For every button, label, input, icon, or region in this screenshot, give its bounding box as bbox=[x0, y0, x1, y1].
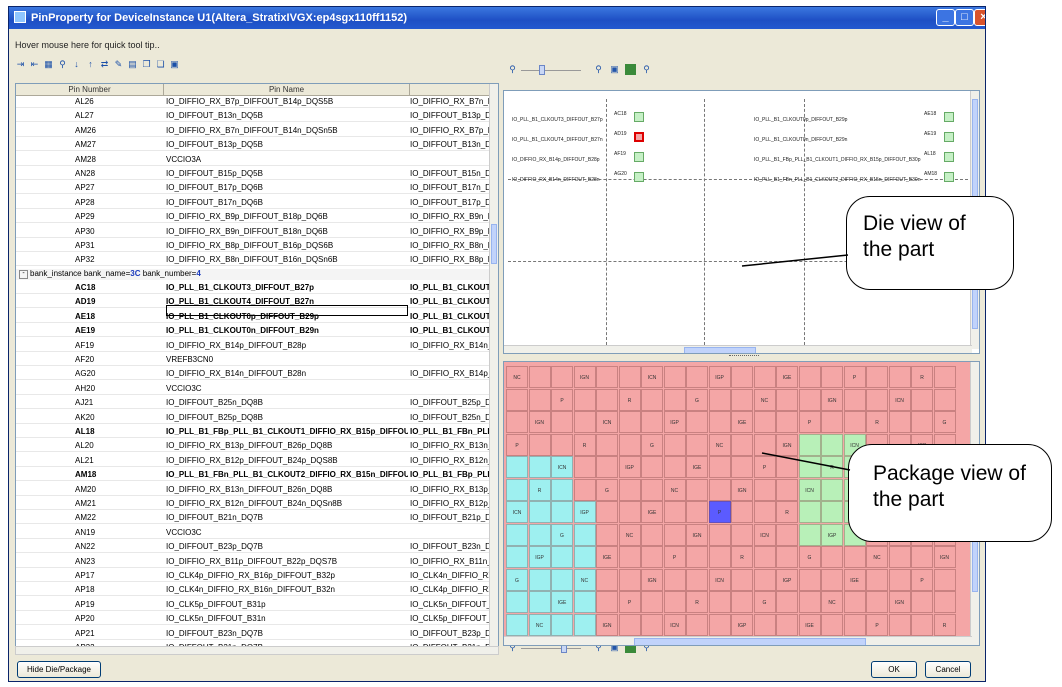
callout-pointers bbox=[741, 254, 851, 471]
